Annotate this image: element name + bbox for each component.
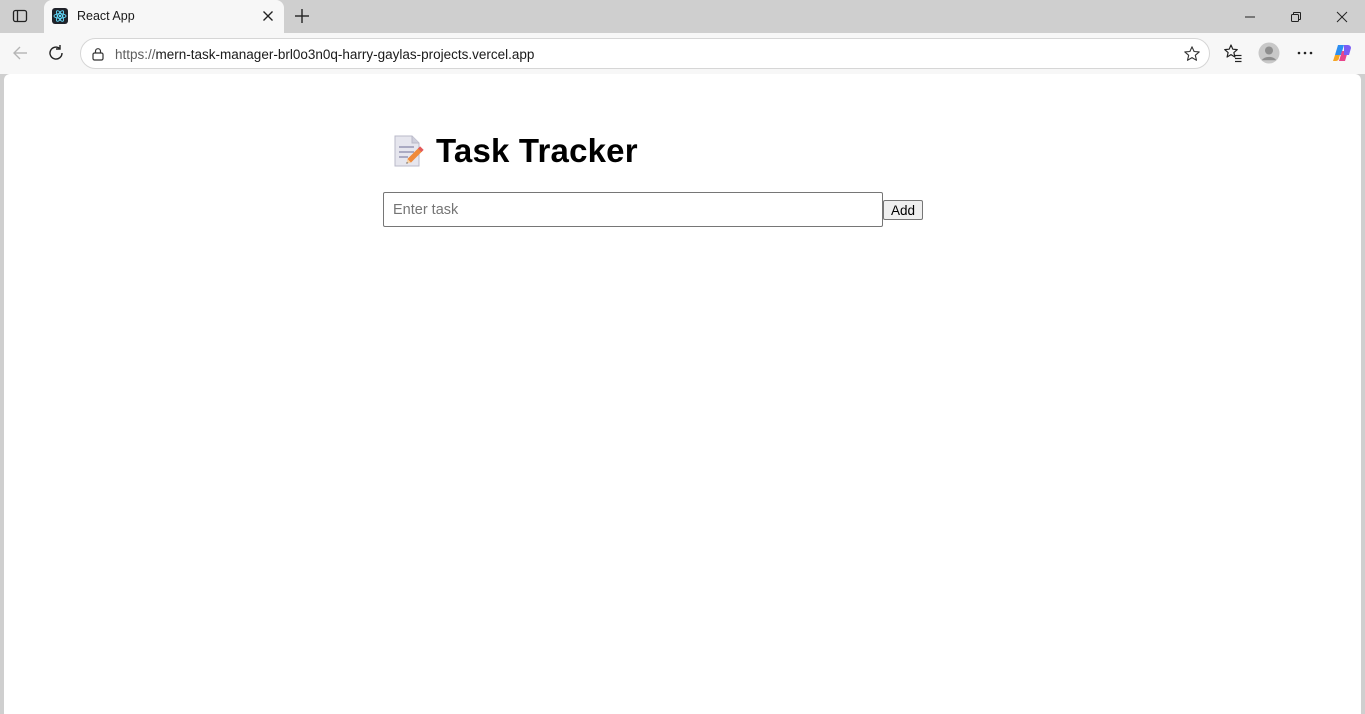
restore-icon	[1291, 11, 1301, 22]
star-icon[interactable]	[1183, 45, 1201, 63]
react-logo-icon	[52, 8, 68, 24]
profile-avatar-icon	[1258, 42, 1280, 64]
add-task-button[interactable]: Add	[883, 200, 923, 220]
close-window-button[interactable]	[1319, 0, 1365, 33]
close-window-icon	[1336, 11, 1348, 22]
profile-button[interactable]	[1258, 42, 1280, 64]
address-bar[interactable]: https://mern-task-manager-brl0o3n0q-harr…	[80, 38, 1210, 69]
page-viewport: Task Tracker Add	[4, 74, 1361, 714]
url-scheme: https://	[115, 47, 156, 62]
browser-tab[interactable]: React App	[44, 0, 284, 33]
site-info-button[interactable]	[89, 45, 107, 63]
url-text: https://mern-task-manager-brl0o3n0q-harr…	[115, 47, 534, 62]
tab-actions-button[interactable]	[4, 4, 36, 28]
reload-button[interactable]	[45, 42, 67, 64]
minimize-icon	[1245, 16, 1255, 17]
page-heading: Task Tracker	[390, 132, 638, 170]
restore-button[interactable]	[1273, 0, 1319, 33]
copilot-icon	[1333, 45, 1351, 61]
favorites-button[interactable]	[1222, 42, 1244, 64]
favorites-icon	[1224, 44, 1242, 63]
tab-actions-icon	[12, 9, 28, 23]
lock-icon	[92, 48, 104, 61]
more-button[interactable]	[1294, 42, 1316, 64]
copilot-button[interactable]	[1332, 42, 1354, 64]
url-host: mern-task-manager-brl0o3n0q-harry-gaylas…	[155, 47, 535, 62]
page-title: Task Tracker	[436, 132, 638, 169]
tab-strip: React App	[0, 0, 1365, 33]
back-button[interactable]	[9, 42, 31, 64]
browser-toolbar: https://mern-task-manager-brl0o3n0q-harr…	[0, 33, 1365, 74]
plus-icon[interactable]	[292, 6, 312, 26]
task-input[interactable]	[383, 192, 883, 227]
minimize-button[interactable]	[1227, 0, 1273, 33]
back-arrow-icon	[13, 46, 27, 60]
close-icon[interactable]	[260, 8, 276, 24]
reload-icon	[49, 45, 63, 60]
tab-title: React App	[77, 9, 135, 23]
more-icon	[1297, 51, 1313, 55]
memo-icon	[394, 135, 424, 167]
